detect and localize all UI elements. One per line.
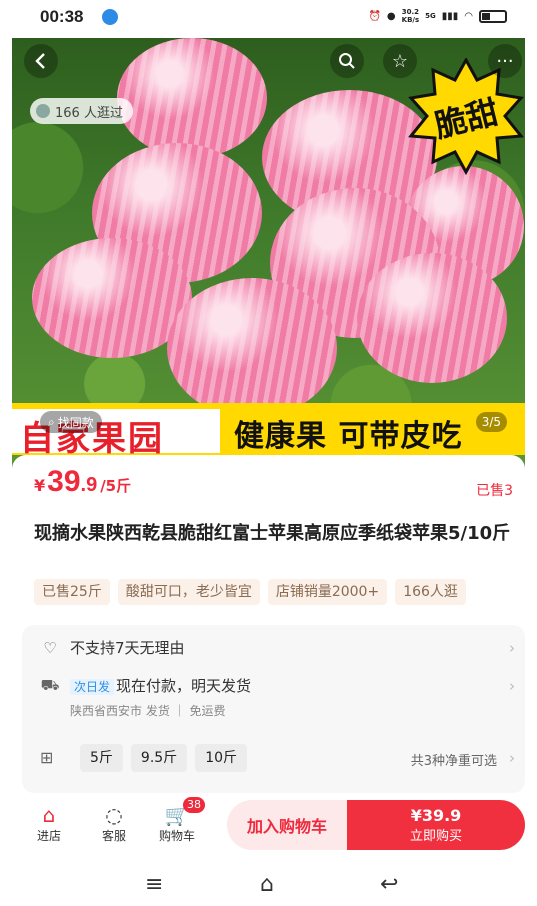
sold-count: 已售3 <box>476 483 513 499</box>
scan-icon: ⌕ <box>48 414 55 429</box>
net-type: 5G <box>425 12 436 20</box>
cart-label: 购物车 <box>158 829 195 843</box>
store-label: 进店 <box>36 829 61 843</box>
chevron-right-icon[interactable]: › <box>509 677 515 695</box>
status-time: 00:38 <box>40 7 84 26</box>
weight-option[interactable]: 9.5斤 <box>130 744 188 772</box>
back-nav-icon[interactable]: ↩ <box>380 872 398 897</box>
weight-option[interactable]: 5斤 <box>80 744 123 772</box>
shipping-origin: 陕西省西安市 发货 ｜ 免运费 <box>70 704 226 718</box>
chevron-left-icon <box>35 53 45 69</box>
banner-right-text: 健康果 可带皮吃 <box>234 419 463 454</box>
shipping-row[interactable]: ⛟ 次日发 现在付款，明天发货 <box>40 675 251 696</box>
price: ¥ 39 .9 /5斤 <box>34 465 131 499</box>
price-integer: 39 <box>47 465 81 498</box>
alarm-icon: ⏰ <box>368 10 381 22</box>
product-tag[interactable]: 166人逛 <box>395 579 466 605</box>
weight-option[interactable]: 10斤 <box>195 744 248 772</box>
add-to-cart-button[interactable]: 加入购物车 <box>227 800 347 850</box>
truck-icon: ⛟ <box>40 675 60 694</box>
return-policy-row[interactable]: ♡ 不支持7天无理由 <box>40 637 185 658</box>
cart-count-badge: 38 <box>183 797 205 813</box>
search-icon <box>339 53 355 69</box>
wifi-icon: ◠ <box>464 10 473 22</box>
buy-now-price: ¥39.9 <box>410 806 462 825</box>
buy-now-label: 立即购买 <box>409 829 462 844</box>
product-info-card: ¥ 39 .9 /5斤 已售3 现摘水果陕西乾县脆甜红富士苹果高原应季纸袋苹果5… <box>12 455 525 795</box>
price-currency: ¥ <box>34 476 46 495</box>
cart-button[interactable]: 🛒 购物车 38 <box>152 797 205 844</box>
product-tags: 已售25斤 酸甜可口，老少皆宜 店铺销量2000+ 166人逛 <box>34 579 525 605</box>
status-icons: ⏰ ● 30.2 KB/s 5G ▮▮▮ ◠ <box>368 8 507 24</box>
weight-options: 5斤 9.5斤 10斤 <box>80 744 248 772</box>
product-tag[interactable]: 店铺销量2000+ <box>267 579 388 605</box>
next-day-badge: 次日发 <box>70 679 115 695</box>
store-button[interactable]: ⌂ 进店 <box>24 803 74 844</box>
chevron-right-icon[interactable]: › <box>509 749 515 767</box>
store-icon: ⌂ <box>42 803 56 827</box>
image-counter: 3/5 <box>475 412 507 432</box>
find-similar-label: 找同款 <box>57 415 94 430</box>
location-icon: ● <box>386 10 396 22</box>
avatar-icon <box>36 104 50 118</box>
shipping-text: 现在付款，明天发货 <box>116 677 252 695</box>
menu-icon[interactable]: ≡ <box>145 872 163 897</box>
search-button[interactable] <box>330 44 364 78</box>
apple-image <box>357 253 507 383</box>
status-bar: 00:38 ⏰ ● 30.2 KB/s 5G ▮▮▮ ◠ <box>0 0 537 36</box>
visitor-count-label: 166 人逛过 <box>55 105 123 121</box>
back-button[interactable] <box>24 44 58 78</box>
options-note[interactable]: 共3种净重可选 <box>411 750 497 769</box>
visitor-count: 166 人逛过 <box>30 98 133 124</box>
more-icon: ··· <box>496 50 514 72</box>
heart-shield-icon: ♡ <box>43 638 57 657</box>
apple-image <box>117 38 267 158</box>
system-nav-bar: ≡ ⌂ ↩ <box>0 862 537 906</box>
price-unit: /5斤 <box>100 477 132 495</box>
product-tag[interactable]: 已售25斤 <box>34 579 110 605</box>
favorite-button[interactable]: ☆ <box>383 44 417 78</box>
return-policy-text: 不支持7天无理由 <box>70 639 185 657</box>
net-speed: 30.2 KB/s <box>401 8 420 24</box>
customer-service-label: 客服 <box>101 829 126 843</box>
battery-icon <box>479 9 507 23</box>
star-icon: ☆ <box>391 50 409 72</box>
notification-app-icon <box>102 9 118 25</box>
product-title: 现摘水果陕西乾县脆甜红富士苹果高原应季纸袋苹果5/10斤 <box>34 523 511 544</box>
apple-image <box>167 278 337 418</box>
product-tag[interactable]: 酸甜可口，老少皆宜 <box>117 579 260 605</box>
price-decimal: .9 <box>80 474 98 496</box>
chevron-right-icon[interactable]: › <box>509 639 515 657</box>
more-button[interactable]: ··· <box>488 44 522 78</box>
grid-icon: ⊞ <box>40 748 54 767</box>
service-panel: ♡ 不支持7天无理由 › ⛟ 次日发 现在付款，明天发货 陕西省西安市 发货 ｜ … <box>22 625 525 793</box>
home-icon[interactable]: ⌂ <box>260 872 274 897</box>
chat-icon: ◌ <box>105 803 123 827</box>
bottom-action-bar: ⌂ 进店 ◌ 客服 🛒 购物车 38 加入购物车 ¥39.9 立即购买 <box>0 795 537 855</box>
signal-icon: ▮▮▮ <box>441 10 459 22</box>
find-similar-button[interactable]: ⌕ 找同款 <box>40 411 102 433</box>
buy-now-button[interactable]: ¥39.9 立即购买 <box>347 800 525 850</box>
customer-service-button[interactable]: ◌ 客服 <box>89 803 139 844</box>
